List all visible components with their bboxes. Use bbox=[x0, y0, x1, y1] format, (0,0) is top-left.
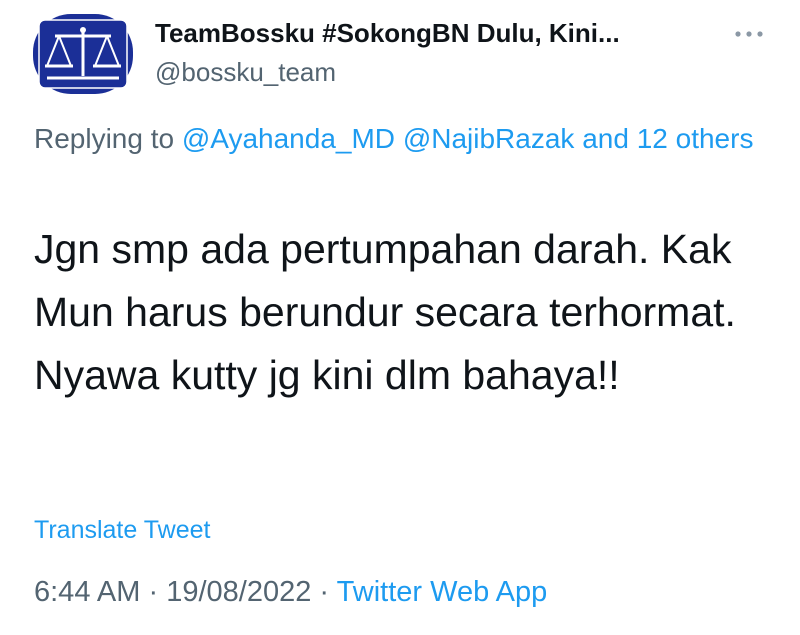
more-options-button[interactable] bbox=[732, 22, 766, 46]
avatar[interactable] bbox=[33, 14, 133, 94]
replying-others-link[interactable]: and 12 others bbox=[582, 123, 753, 154]
mention-najibrazak[interactable]: @NajibRazak bbox=[403, 123, 575, 154]
scales-of-justice-icon bbox=[33, 14, 133, 94]
translate-tweet-link[interactable]: Translate Tweet bbox=[34, 516, 210, 545]
author-display-name[interactable]: TeamBossku #SokongBN Dulu, Kini... bbox=[155, 18, 620, 49]
meta-separator: · bbox=[319, 576, 330, 608]
meta-separator: · bbox=[148, 576, 159, 608]
ellipsis-icon bbox=[735, 31, 763, 37]
tweet-source-link[interactable]: Twitter Web App bbox=[337, 576, 548, 608]
author-handle[interactable]: @bossku_team bbox=[155, 57, 336, 88]
tweet-text: Jgn smp ada pertumpahan darah. Kak Mun h… bbox=[34, 226, 736, 398]
tweet-date[interactable]: 19/08/2022 bbox=[166, 576, 311, 608]
tweet-metadata: 6:44 AM · 19/08/2022 · Twitter Web App bbox=[34, 576, 547, 609]
replying-to-prefix: Replying to bbox=[34, 123, 175, 154]
mention-ayahanda-md[interactable]: @Ayahanda_MD bbox=[182, 123, 395, 154]
tweet-time[interactable]: 6:44 AM bbox=[34, 576, 140, 608]
replying-to: Replying to @Ayahanda_MD @NajibRazak and… bbox=[34, 117, 754, 161]
